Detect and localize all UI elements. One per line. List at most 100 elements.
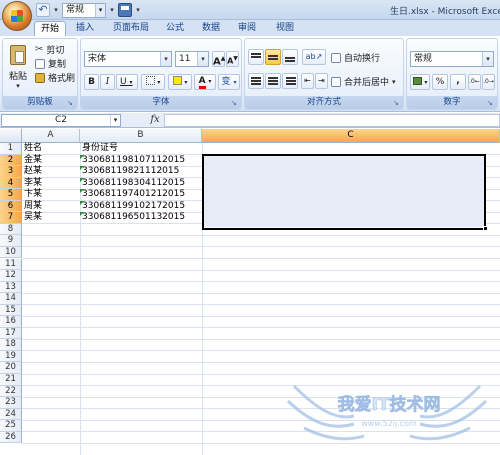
align-right-button[interactable] — [282, 73, 298, 89]
row-header[interactable]: 25 — [0, 420, 22, 432]
orientation-button[interactable]: ab↗ — [302, 49, 326, 65]
dialog-launcher-icon[interactable]: ↘ — [231, 99, 239, 107]
align-center-button[interactable] — [265, 73, 281, 89]
row-header[interactable]: 5 — [0, 189, 22, 201]
row-header[interactable]: 17 — [0, 327, 22, 340]
font-name-combo[interactable]: 宋体 ▾ — [84, 51, 172, 67]
cell-id-number[interactable]: 330681199102172015 — [80, 200, 185, 212]
cell-id-number[interactable]: 330681198304112015 — [80, 177, 185, 189]
qat-combo-dropdown-icon[interactable]: ▾ — [108, 6, 116, 14]
fill-color-button[interactable]: ▾ — [168, 74, 192, 90]
row-header[interactable]: 9 — [0, 235, 22, 247]
borders-button[interactable]: ▾ — [141, 74, 165, 90]
row-header[interactable]: 16 — [0, 316, 22, 328]
cell-id-number[interactable]: 33068119821112015 — [80, 166, 179, 177]
row-header[interactable]: 12 — [0, 270, 22, 282]
accounting-format-button[interactable]: ▾ — [410, 74, 430, 90]
row-header[interactable]: 13 — [0, 281, 22, 294]
cell-name[interactable]: 姓名 — [22, 143, 42, 154]
row-header[interactable]: 7 — [0, 212, 22, 224]
fill-handle[interactable] — [483, 226, 488, 231]
row-header[interactable]: 11 — [0, 258, 22, 271]
format-painter-button[interactable]: 格式刷 — [35, 71, 75, 84]
cell-name[interactable]: 卞某 — [22, 189, 42, 200]
number-format-combo[interactable]: 常规 ▾ — [410, 51, 494, 67]
align-left-button[interactable] — [248, 73, 264, 89]
tab-view[interactable]: 视图 — [270, 21, 300, 36]
row-header[interactable]: 18 — [0, 339, 22, 351]
row-header[interactable]: 23 — [0, 397, 22, 409]
align-middle-button[interactable] — [265, 49, 281, 65]
increase-decimal-button[interactable]: .0← — [468, 74, 481, 90]
tab-home[interactable]: 开始 — [34, 21, 66, 36]
cell-name[interactable]: 李某 — [22, 178, 42, 189]
dialog-launcher-icon[interactable]: ↘ — [487, 99, 495, 107]
decrease-indent-button[interactable]: ⇤ — [301, 73, 314, 89]
cut-button[interactable]: ✂ 剪切 — [35, 43, 64, 56]
row-header[interactable]: 22 — [0, 385, 22, 398]
undo-dropdown-icon[interactable]: ▾ — [52, 6, 60, 14]
row-header[interactable]: 3 — [0, 166, 22, 178]
row-header[interactable]: 1 — [0, 143, 22, 155]
cell-name[interactable]: 赵某 — [22, 166, 42, 177]
column-header-a[interactable]: A — [22, 129, 80, 143]
cell-id-number[interactable]: 330681197401212015 — [80, 189, 185, 200]
percent-button[interactable]: % — [432, 74, 448, 90]
tab-formulas[interactable]: 公式 — [160, 21, 190, 36]
tab-page-layout[interactable]: 页面布局 — [106, 21, 156, 36]
cell-id-number[interactable]: 330681198107112015 — [80, 154, 185, 166]
worksheet-grid[interactable]: A B C 1 2 3 4 5 6 7 8 9 10 11 12 13 14 15 16 17 18 19 20 21 2… — [0, 129, 500, 455]
grow-font-button[interactable]: A▲ — [212, 51, 225, 67]
shrink-font-button[interactable]: A▼ — [226, 51, 239, 67]
italic-button[interactable]: I — [100, 74, 115, 90]
increase-indent-button[interactable]: ⇥ — [315, 73, 328, 89]
name-box[interactable]: C2 ▾ — [1, 114, 121, 127]
cell-name[interactable]: 吴某 — [22, 212, 42, 223]
cell-name[interactable]: 金某 — [22, 155, 42, 166]
bold-button[interactable]: B — [84, 74, 99, 90]
tab-data[interactable]: 数据 — [196, 21, 226, 36]
row-header[interactable]: 14 — [0, 293, 22, 305]
row-header[interactable]: 15 — [0, 304, 22, 317]
paste-button[interactable]: 粘贴 ▾ — [6, 41, 30, 95]
align-bottom-button[interactable] — [282, 49, 298, 65]
copy-button[interactable]: 复制 — [35, 57, 66, 70]
row-header[interactable]: 8 — [0, 223, 22, 236]
align-top-button[interactable] — [248, 49, 264, 65]
row-header[interactable]: 24 — [0, 408, 22, 421]
phonetic-button[interactable]: 变 ▾ — [218, 74, 240, 90]
save-icon[interactable] — [118, 3, 132, 17]
tab-insert[interactable]: 插入 — [70, 21, 100, 36]
dialog-launcher-icon[interactable]: ↘ — [393, 99, 401, 107]
select-all-corner[interactable] — [0, 129, 22, 143]
undo-icon[interactable] — [36, 3, 50, 17]
dialog-launcher-icon[interactable]: ↘ — [67, 99, 75, 107]
cell-name[interactable]: 周某 — [22, 201, 42, 212]
selection-border[interactable] — [202, 153, 486, 230]
row-header[interactable]: 6 — [0, 200, 22, 213]
insert-function-icon[interactable]: fx — [148, 114, 162, 127]
merge-center-button[interactable]: 合并后居中 ▾ — [331, 75, 396, 88]
cell-id-number[interactable]: 330681196501132015 — [80, 212, 185, 223]
decrease-decimal-button[interactable]: .0→ — [482, 74, 495, 90]
row-header[interactable]: 21 — [0, 374, 22, 386]
office-button-icon[interactable] — [2, 1, 32, 31]
row-header[interactable]: 4 — [0, 177, 22, 190]
column-header-b[interactable]: B — [80, 129, 202, 143]
row-header[interactable]: 2 — [0, 154, 22, 167]
formula-input[interactable] — [164, 114, 500, 127]
column-header-c[interactable]: C — [202, 129, 500, 143]
font-color-button[interactable]: A ▾ — [194, 74, 216, 90]
qat-number-format-combo[interactable]: 常规 ▾ — [62, 2, 106, 18]
tab-review[interactable]: 审阅 — [232, 21, 262, 36]
row-header[interactable]: 10 — [0, 246, 22, 259]
wrap-text-button[interactable]: 自动换行 — [331, 51, 380, 64]
comma-button[interactable]: , — [450, 74, 466, 90]
row-header[interactable]: 26 — [0, 431, 22, 444]
row-header[interactable]: 19 — [0, 350, 22, 363]
cell-id-number[interactable]: 身份证号 — [80, 143, 118, 154]
customize-qat-icon[interactable]: ▾ — [134, 6, 142, 14]
row-header[interactable]: 20 — [0, 362, 22, 374]
font-size-combo[interactable]: 11 ▾ — [175, 51, 209, 67]
underline-button[interactable]: U ▾ — [116, 74, 138, 90]
